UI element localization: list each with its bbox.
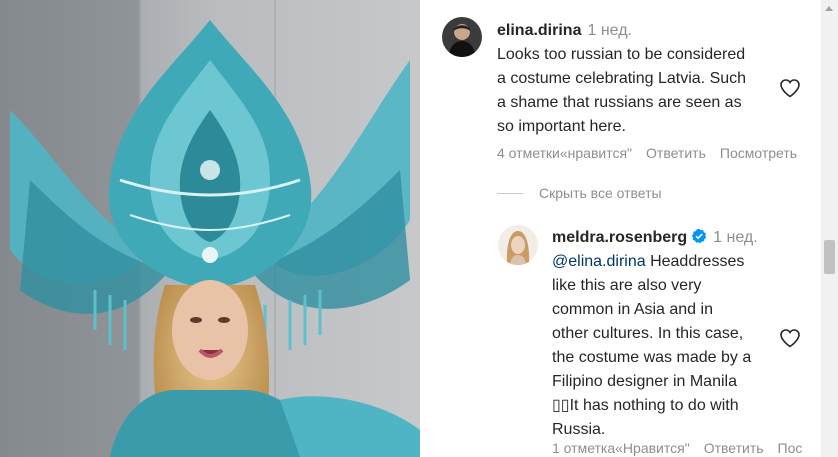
comment-line: Looks too russian to be considered: [497, 46, 746, 63]
avatar[interactable]: [442, 17, 482, 57]
reply-line: the costume was made by a: [552, 349, 752, 366]
comment-body: elina.dirina 1 нед. Looks too russian to …: [497, 19, 797, 139]
reply-first-line: @elina.dirina Headdresses: [552, 250, 802, 274]
reply-username[interactable]: meldra.rosenberg: [552, 229, 687, 246]
divider: [497, 192, 523, 194]
reply-line: other cultures. In this case,: [552, 325, 744, 342]
reply-line: ▯▯It has nothing to do with: [552, 397, 739, 414]
reply-body: meldra.rosenberg 1 нед. @elina.dirina He…: [552, 226, 802, 442]
reply-time[interactable]: 1 нед.: [713, 229, 758, 246]
reply-likes-count[interactable]: 1 отметка«Нравится": [552, 440, 690, 456]
likes-count[interactable]: 4 отметки«нравится": [497, 145, 632, 161]
reply-line: Filipino designer in Manila: [552, 373, 737, 390]
reply-line: Russia.: [552, 421, 606, 438]
reply-reply-button[interactable]: Ответить: [704, 440, 764, 456]
comment-line: so important here.: [497, 118, 626, 135]
avatar-image: [442, 17, 482, 57]
reply-line: Headdresses: [645, 253, 745, 270]
heart-outline-icon[interactable]: [778, 76, 802, 100]
hide-replies-button[interactable]: Скрыть все ответы: [497, 185, 662, 201]
post-media[interactable]: [0, 0, 420, 457]
reply-line: common in Asia and in: [552, 301, 713, 318]
reply-avatar[interactable]: [498, 225, 538, 265]
verified-badge-icon: [691, 228, 707, 244]
scrollbar[interactable]: [821, 0, 838, 457]
scroll-up-arrow-icon[interactable]: [825, 6, 833, 11]
comment-header: elina.dirina 1 нед.: [497, 19, 797, 43]
comment-line: a shame that russians are seen as: [497, 94, 742, 111]
reply-actions: 1 отметка«Нравится" Ответить Пос: [552, 440, 816, 456]
reply-button[interactable]: Ответить: [646, 145, 706, 161]
translate-button[interactable]: Посмотреть: [720, 145, 797, 161]
reply-header: meldra.rosenberg 1 нед.: [552, 226, 802, 250]
comment-actions: 4 отметки«нравится" Ответить Посмотреть: [497, 145, 811, 161]
comment-username[interactable]: elina.dirina: [497, 22, 581, 39]
reply-translate-button[interactable]: Пос: [778, 440, 803, 456]
comment-line: a costume celebrating Latvia. Such: [497, 70, 747, 87]
comment-time[interactable]: 1 нед.: [587, 22, 632, 39]
hide-replies-label: Скрыть все ответы: [539, 185, 662, 201]
scroll-thumb[interactable]: [824, 240, 835, 274]
mention-link[interactable]: @elina.dirina: [552, 253, 646, 270]
comments-panel: elina.dirina 1 нед. Looks too russian to …: [420, 0, 838, 457]
heart-outline-icon[interactable]: [778, 326, 802, 350]
costume-photo: [0, 0, 420, 457]
reply-line: like this are also very: [552, 277, 702, 294]
reply-avatar-image: [498, 225, 538, 265]
